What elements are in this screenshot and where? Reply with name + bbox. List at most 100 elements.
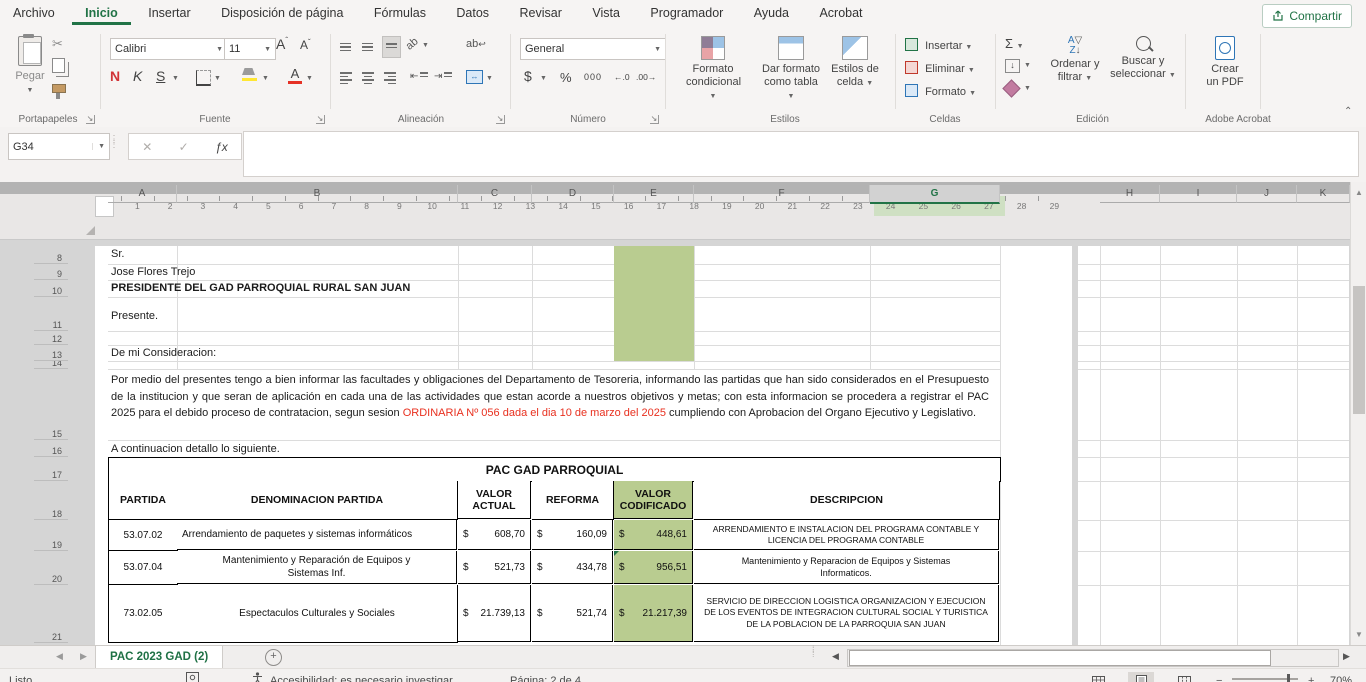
alineacion-dialog-launcher[interactable]: ↘ [496, 115, 505, 124]
merge-dropdown[interactable]: ▼ [486, 75, 493, 82]
share-button[interactable]: Compartir [1262, 4, 1352, 28]
row-header-12[interactable]: 12 [34, 331, 68, 345]
row-header-10[interactable]: 10 [34, 280, 68, 297]
view-page-break-icon[interactable] [1171, 672, 1197, 682]
tab-inicio[interactable]: Inicio [72, 0, 131, 25]
row-header-16[interactable]: 16 [34, 440, 68, 457]
cell-descripcion-19[interactable]: ARRENDAMIENTO E INSTALACION DEL PROGRAMA… [694, 520, 999, 550]
wrap-text-button[interactable]: ab↩ [466, 38, 486, 50]
increase-decimal-button[interactable]: ←.0 [614, 72, 630, 82]
align-center-button[interactable] [362, 70, 374, 91]
fuente-dialog-launcher[interactable]: ↘ [316, 115, 325, 124]
borders-dropdown[interactable]: ▼ [214, 75, 221, 82]
accessibility-status[interactable]: Accesibilidad: es necesario investigar [270, 672, 453, 682]
name-box[interactable]: G34 ▼ [8, 133, 110, 160]
cell-reforma-20[interactable]: $434,78 [532, 551, 613, 584]
row-header-21[interactable]: 21 [34, 585, 68, 643]
cell-reforma-19[interactable]: $160,09 [532, 520, 613, 550]
cell-denominacion-19[interactable]: Arrendamiento de paquetes y sistemas inf… [177, 520, 457, 550]
number-format-select[interactable]: General▼ [520, 38, 666, 60]
zoom-slider-handle[interactable] [1287, 674, 1290, 682]
thousands-button[interactable]: 000 [584, 72, 602, 82]
find-select-button[interactable]: Buscar y seleccionar ▼ [1108, 36, 1178, 82]
align-bottom-button[interactable] [382, 36, 401, 58]
font-color-button[interactable]: A [288, 66, 302, 84]
clear-dropdown[interactable]: ▼ [1024, 85, 1031, 92]
numero-dialog-launcher[interactable]: ↘ [650, 115, 659, 124]
percent-button[interactable]: % [560, 70, 572, 85]
col-header-A[interactable]: A [108, 185, 177, 203]
font-color-dropdown[interactable]: ▼ [306, 75, 313, 82]
tab-acrobat[interactable]: Acrobat [806, 0, 875, 25]
italic-button[interactable]: K [133, 68, 142, 84]
new-sheet-button[interactable]: + [265, 649, 282, 666]
col-header-C[interactable]: C [458, 185, 532, 203]
tab-scroll-splitter[interactable]: ⁞⁞ [812, 647, 815, 657]
cell-descripcion-21[interactable]: SERVICIO DE DIRECCION LOGISTICA ORGANIZA… [694, 585, 999, 642]
vertical-scroll-thumb[interactable] [1353, 286, 1365, 414]
row-header-15[interactable]: 15 [34, 369, 68, 440]
cell-A8[interactable]: Sr. [111, 248, 124, 260]
insert-cells-button[interactable]: Insertar ▼ [905, 38, 972, 52]
cell-A11[interactable]: Presente. [111, 310, 158, 322]
align-middle-button[interactable] [362, 40, 373, 58]
macro-record-icon[interactable] [186, 672, 199, 682]
row-header-13[interactable]: 13 [34, 345, 68, 361]
row-header-11[interactable]: 11 [34, 297, 68, 331]
table-header-valor-codificado[interactable]: VALOR CODIFICADO [614, 481, 693, 519]
cell-partida-21[interactable]: 73.02.05 [108, 585, 178, 643]
format-cells-button[interactable]: Formato ▼ [905, 84, 976, 98]
cell-denominacion-20[interactable]: Mantenimiento y Reparación de Equipos y … [177, 551, 457, 584]
zoom-out-button[interactable]: − [1216, 672, 1222, 682]
fill-color-button[interactable] [242, 68, 257, 81]
view-normal-icon[interactable] [1085, 672, 1111, 682]
table-header-descripcion[interactable]: DESCRIPCION [694, 481, 1000, 520]
hscroll-left-icon[interactable]: ◀ [832, 651, 839, 662]
cell-partida-19[interactable]: 53.07.02 [108, 520, 178, 551]
cancel-formula-button[interactable]: ✕ [142, 140, 152, 154]
borders-button[interactable] [196, 70, 211, 86]
insert-function-button[interactable]: ƒx [215, 140, 228, 154]
highlighted-cells-E8-E13[interactable] [614, 246, 694, 361]
decrease-decimal-button[interactable]: .00→ [636, 72, 656, 82]
cell-valor-codificado-19[interactable]: $448,61 [614, 520, 693, 550]
col-header-K[interactable]: K [1297, 185, 1350, 203]
tab-archivo[interactable]: Archivo [0, 0, 68, 25]
cell-partida-20[interactable]: 53.07.04 [108, 551, 178, 585]
font-size-select[interactable]: 11▼ [224, 38, 276, 60]
autosum-button[interactable]: Σ ▼ [1005, 36, 1024, 51]
collapse-ribbon-button[interactable]: ⌃ [1344, 106, 1352, 117]
row-header-14[interactable]: 14 [34, 361, 68, 369]
table-header-denominacion[interactable]: DENOMINACION PARTIDA [177, 481, 458, 520]
cell-valor-codificado-20[interactable]: $956,51 [614, 551, 693, 584]
vertical-scrollbar[interactable]: ▲ ▼ [1350, 182, 1366, 645]
tab-disposicion[interactable]: Disposición de página [208, 0, 356, 25]
table-header-reforma[interactable]: REFORMA [532, 481, 614, 520]
tab-programador[interactable]: Programador [637, 0, 736, 25]
table-header-partida[interactable]: PARTIDA [108, 481, 178, 520]
create-pdf-button[interactable]: Crear un PDF [1196, 36, 1254, 89]
cell-denominacion-21[interactable]: Espectaculos Culturales y Sociales [177, 585, 458, 643]
cell-valor-actual-19[interactable]: $608,70 [458, 520, 531, 550]
view-page-layout-icon[interactable] [1128, 672, 1154, 682]
col-header-H[interactable]: H [1100, 185, 1160, 203]
hscroll-right-icon[interactable]: ▶ [1343, 651, 1350, 662]
format-painter-button[interactable] [52, 84, 66, 99]
horizontal-scroll-thumb[interactable] [849, 650, 1271, 666]
fill-dropdown[interactable]: ▼ [1024, 62, 1031, 69]
align-right-button[interactable] [384, 70, 396, 91]
align-left-button[interactable] [340, 70, 352, 91]
increase-font-button[interactable]: Aˆ [276, 36, 288, 52]
bold-button[interactable]: N [110, 68, 120, 84]
cell-valor-actual-21[interactable]: $21.739,13 [458, 585, 531, 642]
orientation-dropdown[interactable]: ▼ [422, 42, 429, 49]
currency-button[interactable]: $ [524, 68, 532, 84]
sheet-nav-right-icon[interactable]: ▶ [80, 651, 87, 662]
row-header-19[interactable]: 19 [34, 520, 68, 551]
conditional-format-button[interactable]: Formato condicional ▼ [686, 36, 740, 103]
row-header-8[interactable]: 8 [34, 246, 68, 264]
formula-bar-splitter[interactable]: ⋮⋮ [109, 137, 119, 147]
sheet-tab-active[interactable]: PAC 2023 GAD (2) [95, 646, 223, 670]
align-top-button[interactable] [340, 40, 351, 58]
copy-icon[interactable] [52, 58, 65, 73]
